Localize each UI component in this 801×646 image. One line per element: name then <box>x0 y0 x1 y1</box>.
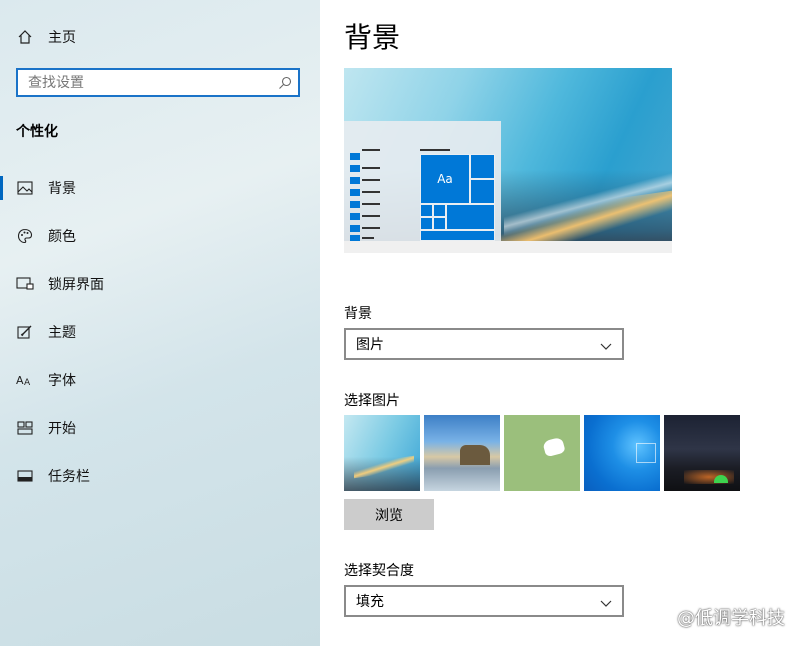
sidebar: 主页 个性化 背景 颜色 锁屏界面 主题 AA 字体 <box>0 0 320 646</box>
search-icon[interactable] <box>278 75 292 94</box>
palette-icon <box>16 227 34 245</box>
sidebar-item-label: 颜色 <box>48 229 76 245</box>
chevron-down-icon <box>600 339 612 355</box>
choose-picture-label: 选择图片 <box>344 393 400 409</box>
sidebar-item-background[interactable]: 背景 <box>0 168 320 208</box>
watermark: @低调学科技 <box>677 608 785 629</box>
sidebar-item-fonts[interactable]: AA 字体 <box>0 360 320 400</box>
nav-home-label: 主页 <box>48 30 76 46</box>
sidebar-item-lock-screen[interactable]: 锁屏界面 <box>0 264 320 304</box>
sidebar-item-themes[interactable]: 主题 <box>0 312 320 352</box>
background-type-value: 图片 <box>356 337 384 353</box>
sidebar-item-colors[interactable]: 颜色 <box>0 216 320 256</box>
search-input[interactable] <box>18 73 270 92</box>
search-box[interactable] <box>16 68 300 97</box>
section-title: 个性化 <box>16 124 58 140</box>
beach-rock-thumbnail[interactable] <box>424 415 500 491</box>
background-type-dropdown[interactable]: 图片 <box>344 328 624 360</box>
sidebar-item-taskbar[interactable]: 任务栏 <box>0 456 320 496</box>
desktop-preview: Aa <box>344 68 672 253</box>
preview-sample-tile: Aa <box>420 154 470 204</box>
start-icon <box>16 419 34 437</box>
preview-start-menu: Aa <box>344 121 501 242</box>
green-cat-thumbnail[interactable] <box>504 415 580 491</box>
sidebar-item-label: 开始 <box>48 421 76 437</box>
sidebar-item-label: 背景 <box>48 181 76 197</box>
svg-text:A: A <box>16 374 24 387</box>
taskbar-icon <box>16 467 34 485</box>
preview-taskbar <box>344 241 672 253</box>
light-streaks-thumbnail[interactable] <box>344 415 420 491</box>
sidebar-item-start[interactable]: 开始 <box>0 408 320 448</box>
windows-blue-thumbnail[interactable] <box>584 415 660 491</box>
sidebar-item-label: 字体 <box>48 373 76 389</box>
svg-text:A: A <box>24 378 31 387</box>
page-title: 背景 <box>344 21 401 54</box>
lock-screen-icon <box>16 275 34 293</box>
chevron-down-icon <box>600 596 612 612</box>
fit-label: 选择契合度 <box>344 563 414 579</box>
fit-value: 填充 <box>356 594 384 610</box>
sidebar-item-label: 锁屏界面 <box>48 277 104 293</box>
font-icon: AA <box>16 371 34 389</box>
home-icon <box>16 28 34 46</box>
fit-dropdown[interactable]: 填充 <box>344 585 624 617</box>
background-label: 背景 <box>344 306 372 322</box>
picture-icon <box>16 179 34 197</box>
main-panel: 背景 Aa 背景 图片 选择图片 浏览 选择契合度 填充 @低调学科技 <box>320 0 801 646</box>
theme-brush-icon <box>16 323 34 341</box>
nav-home[interactable]: 主页 <box>0 17 320 57</box>
browse-button[interactable]: 浏览 <box>344 499 434 530</box>
night-sky-thumbnail[interactable] <box>664 415 740 491</box>
sidebar-item-label: 主题 <box>48 325 76 341</box>
sidebar-item-label: 任务栏 <box>48 469 90 485</box>
